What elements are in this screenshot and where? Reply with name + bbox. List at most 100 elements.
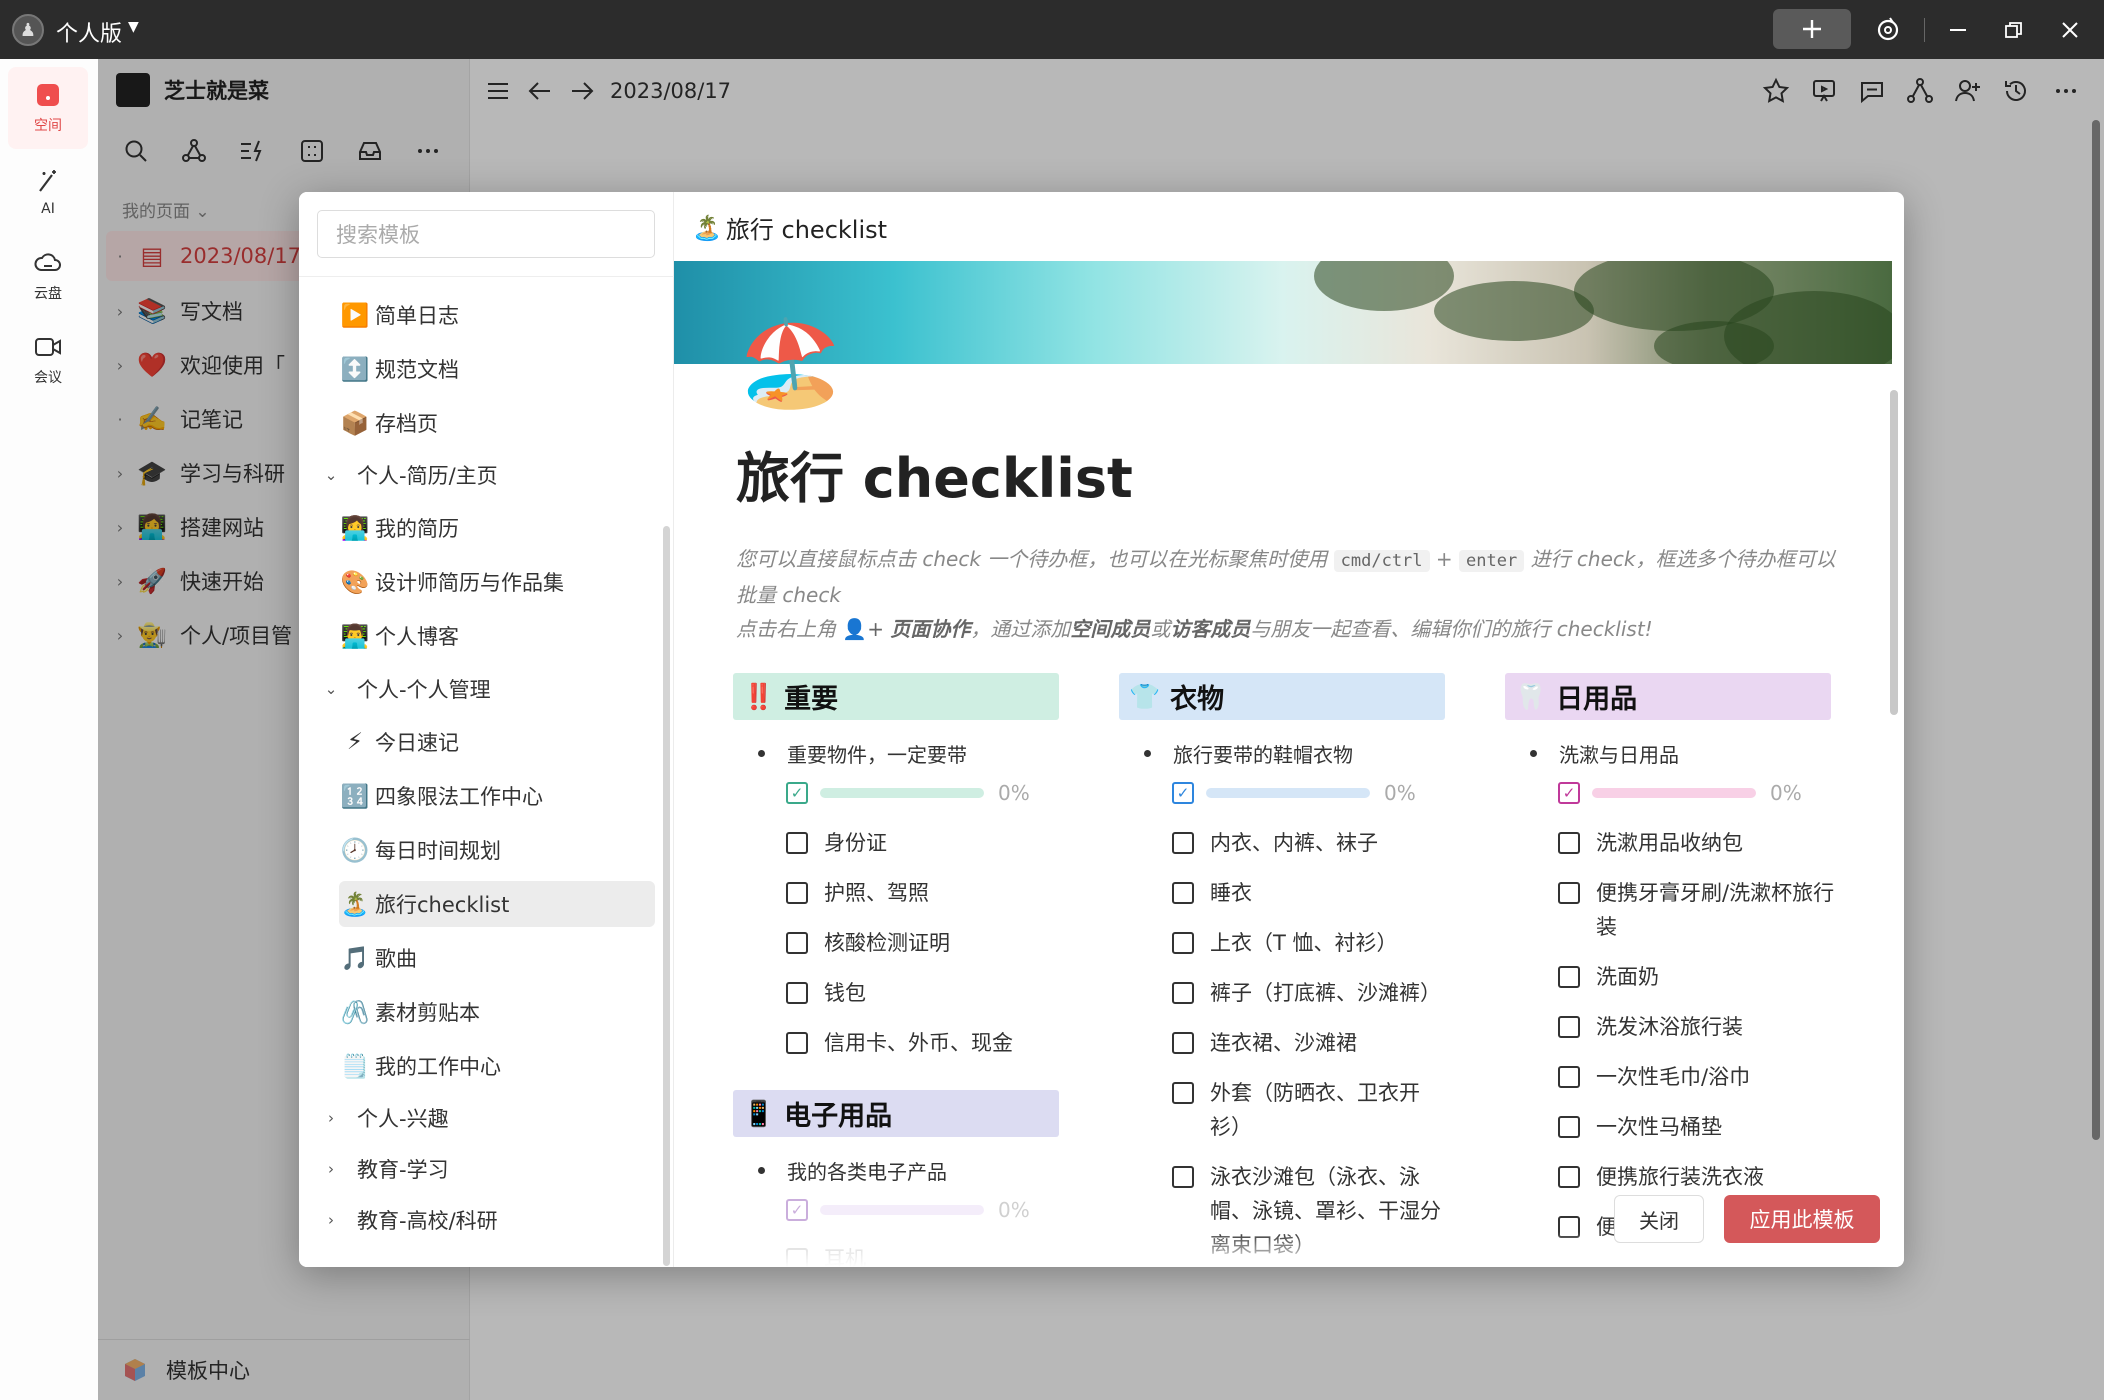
template-group-label: 个人-个人管理 xyxy=(357,678,491,702)
template-item[interactable]: 🗒️ 我的工作中心 xyxy=(339,1043,655,1089)
shirt-icon: 👕 xyxy=(1129,681,1161,711)
checkbox[interactable] xyxy=(1558,1016,1580,1038)
template-group[interactable]: ⌄ 个人-个人管理 xyxy=(317,666,633,712)
sync-button[interactable] xyxy=(1870,12,1906,48)
template-item[interactable]: ↕️ 规范文档 xyxy=(339,346,655,392)
checkbox[interactable] xyxy=(786,982,808,1004)
checkbox[interactable] xyxy=(1558,1166,1580,1188)
checkbox[interactable] xyxy=(1558,966,1580,988)
checkbox[interactable] xyxy=(786,882,808,904)
task-item[interactable]: 一次性毛巾/浴巾 xyxy=(1558,1060,1836,1094)
checkbox[interactable] xyxy=(1172,1166,1194,1188)
cloud-icon xyxy=(34,253,61,271)
template-item[interactable]: 🎵 歌曲 xyxy=(339,935,655,981)
checkbox[interactable] xyxy=(1172,1082,1194,1104)
task-item[interactable]: 裤子（打底裤、沙滩裤） xyxy=(1172,976,1450,1010)
workspace-switcher-label[interactable]: 个人版 xyxy=(56,16,122,48)
task-item[interactable]: 一次性马桶垫 xyxy=(1558,1110,1836,1144)
checkbox[interactable] xyxy=(1172,932,1194,954)
task-label: 一次性马桶垫 xyxy=(1596,1115,1722,1139)
task-item[interactable]: 洗漱用品收纳包 xyxy=(1558,826,1836,860)
template-item[interactable]: 🔢 四象限法工作中心 xyxy=(339,773,655,819)
preview-scrollbar[interactable] xyxy=(1890,390,1898,715)
task-item[interactable]: 钱包 xyxy=(786,976,1064,1010)
template-label: 歌曲 xyxy=(375,947,417,971)
checkbox[interactable] xyxy=(786,1032,808,1054)
column-heading: ‼️ 重要 xyxy=(733,673,1059,720)
checkbox-checked-icon[interactable]: ✓ xyxy=(786,1199,808,1221)
task-item[interactable]: 上衣（T 恤、衬衫） xyxy=(1172,926,1450,960)
progress-row: ✓ 0% xyxy=(786,1198,1030,1222)
progress-row: ✓ 0% xyxy=(786,781,1030,805)
task-item[interactable]: 睡衣 xyxy=(1172,876,1450,910)
template-item[interactable]: 👩‍💻 我的简历 xyxy=(339,505,655,551)
task-item[interactable]: 核酸检测证明 xyxy=(786,926,1064,960)
minimize-button[interactable] xyxy=(1940,12,1976,48)
preview-header-title: 旅行 checklist xyxy=(725,216,888,244)
checkbox[interactable] xyxy=(786,832,808,854)
close-button[interactable]: 关闭 xyxy=(1614,1195,1704,1243)
workspace-avatar[interactable]: ♟ xyxy=(12,14,44,46)
progress-text: 0% xyxy=(998,1198,1030,1222)
preview-header: 🏝️ 旅行 checklist xyxy=(692,210,887,245)
template-item[interactable]: 🎨 设计师简历与作品集 xyxy=(339,559,655,605)
template-item[interactable]: ▶️ 简单日志 xyxy=(339,292,655,338)
task-item[interactable]: 洗发沐浴旅行装 xyxy=(1558,1010,1836,1044)
template-item-selected[interactable]: 🏝️ 旅行checklist xyxy=(339,881,655,927)
template-item[interactable]: 🖇️ 素材剪贴本 xyxy=(339,989,655,1035)
desc-text: 您可以直接鼠标点击 check 一个待办框，也可以在光标聚焦时使用 xyxy=(736,547,1328,571)
title-bar: ♟ 个人版 ▼ xyxy=(0,0,2104,59)
template-icon: ▶️ xyxy=(340,302,370,329)
checkbox[interactable] xyxy=(1172,1032,1194,1054)
rail-item-ai[interactable]: AI xyxy=(8,151,88,233)
task-item[interactable]: 护照、驾照 xyxy=(786,876,1064,910)
template-group[interactable]: › 教育-学习 xyxy=(317,1146,633,1192)
checkbox[interactable] xyxy=(1558,882,1580,904)
checkbox[interactable] xyxy=(1558,1066,1580,1088)
checkbox[interactable] xyxy=(1172,882,1194,904)
template-item[interactable]: 🕗 每日时间规划 xyxy=(339,827,655,873)
task-item[interactable]: 便携牙膏牙刷/洗漱杯旅行装 xyxy=(1558,876,1836,944)
chevron-right-icon: › xyxy=(328,1211,334,1229)
template-search-input[interactable]: 搜索模板 xyxy=(317,210,655,258)
checkbox-checked-icon[interactable]: ✓ xyxy=(786,782,808,804)
template-item[interactable]: 👨‍💻 个人博客 xyxy=(339,613,655,659)
task-item[interactable]: 外套（防晒衣、卫衣开衫） xyxy=(1172,1076,1450,1144)
caret-down-icon[interactable]: ▼ xyxy=(128,19,139,35)
rail-item-space[interactable]: 空间 xyxy=(8,67,88,149)
checkbox-checked-icon[interactable]: ✓ xyxy=(1172,782,1194,804)
task-item[interactable]: 信用卡、外币、现金 xyxy=(786,1026,1064,1060)
task-item[interactable]: 连衣裙、沙滩裙 xyxy=(1172,1026,1450,1060)
desc-text: 与朋友一起查看、编辑你们的旅行 checklist! xyxy=(1250,617,1653,641)
checkbox[interactable] xyxy=(786,932,808,954)
progress-bar xyxy=(820,1205,984,1215)
task-item[interactable]: 便携旅行装洗衣液 xyxy=(1558,1160,1836,1194)
rail-item-cloud[interactable]: 云盘 xyxy=(8,235,88,317)
checkbox[interactable] xyxy=(1558,832,1580,854)
new-tab-button[interactable] xyxy=(1773,9,1851,49)
template-label: 简单日志 xyxy=(375,304,459,328)
checkbox-checked-icon[interactable]: ✓ xyxy=(1558,782,1580,804)
template-label: 每日时间规划 xyxy=(375,839,501,863)
checkbox[interactable] xyxy=(1172,982,1194,1004)
template-group[interactable]: › 教育-高校/科研 xyxy=(317,1197,633,1243)
template-item[interactable]: ⚡ 今日速记 xyxy=(339,719,655,765)
template-group[interactable]: › 个人-兴趣 xyxy=(317,1095,633,1141)
template-group-label: 教育-学习 xyxy=(357,1158,449,1182)
task-item[interactable]: 身份证 xyxy=(786,826,1064,860)
close-window-button[interactable] xyxy=(2052,12,2088,48)
checkbox[interactable] xyxy=(1558,1116,1580,1138)
template-list-scrollbar[interactable] xyxy=(663,526,670,1266)
template-group[interactable]: ⌄ 个人-简历/主页 xyxy=(317,452,633,498)
rail-item-meeting[interactable]: 会议 xyxy=(8,319,88,401)
task-item[interactable]: 洗面奶 xyxy=(1558,960,1836,994)
checkbox[interactable] xyxy=(1172,832,1194,854)
restore-button[interactable] xyxy=(1996,12,2032,48)
task-item[interactable]: 内衣、内裤、袜子 xyxy=(1172,826,1450,860)
template-item[interactable]: 📦 存档页 xyxy=(339,400,655,446)
desc-bold: 空间成员 xyxy=(1070,617,1151,641)
video-icon xyxy=(35,338,61,356)
sync-icon xyxy=(1877,17,1899,41)
apply-template-button[interactable]: 应用此模板 xyxy=(1724,1195,1880,1243)
progress-row: ✓ 0% xyxy=(1558,781,1802,805)
